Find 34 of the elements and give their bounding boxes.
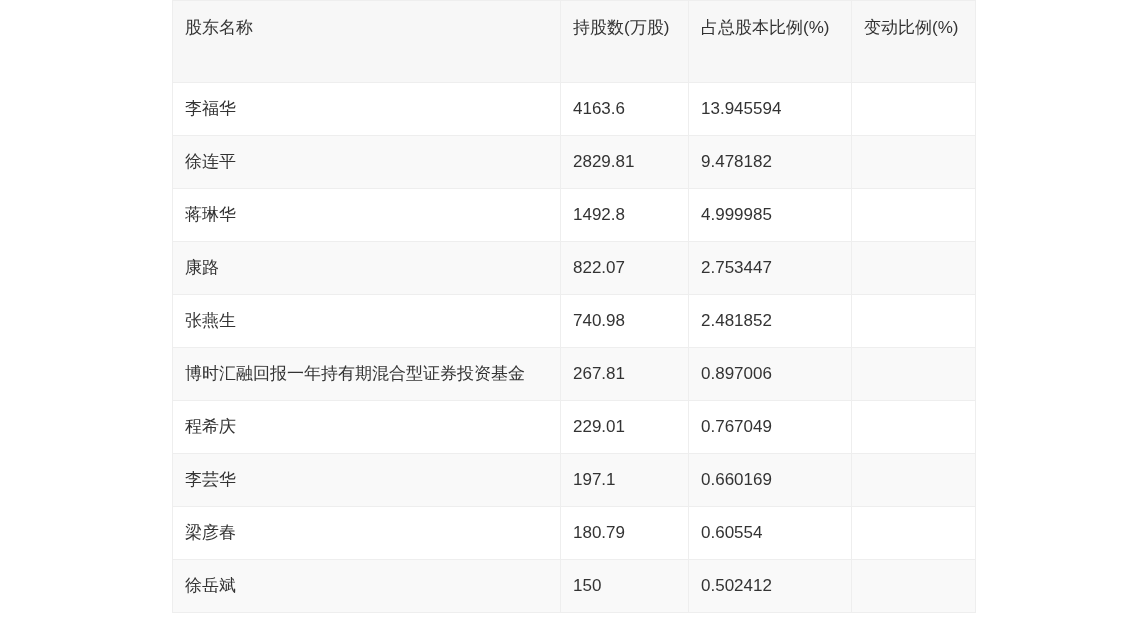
table-cell: 4.999985 — [688, 188, 852, 242]
table-cell: 张燕生 — [172, 294, 561, 348]
table-cell: 程希庆 — [172, 400, 561, 454]
table-cell: 1492.8 — [560, 188, 689, 242]
table-cell: 267.81 — [560, 347, 689, 401]
table-cell: 180.79 — [560, 506, 689, 560]
table-cell: 0.767049 — [688, 400, 852, 454]
table-cell: 康路 — [172, 241, 561, 295]
table-cell: 李福华 — [172, 82, 561, 136]
table-cell: 740.98 — [560, 294, 689, 348]
table-cell: 2.753447 — [688, 241, 852, 295]
column-header: 变动比例(%) — [851, 0, 976, 83]
table-cell: 0.502412 — [688, 559, 852, 613]
table-cell: 徐连平 — [172, 135, 561, 189]
table-cell: 150 — [560, 559, 689, 613]
table-cell: 822.07 — [560, 241, 689, 295]
table-cell: 梁彦春 — [172, 506, 561, 560]
table-cell: 2829.81 — [560, 135, 689, 189]
table-cell: 0.60554 — [688, 506, 852, 560]
column-header: 持股数(万股) — [560, 0, 689, 83]
table-cell: 0.660169 — [688, 453, 852, 507]
table-cell: 13.945594 — [688, 82, 852, 136]
table-cell: 197.1 — [560, 453, 689, 507]
table-cell: 蒋琳华 — [172, 188, 561, 242]
table-cell: 0.897006 — [688, 347, 852, 401]
table-cell: 229.01 — [560, 400, 689, 454]
table-cell: 李芸华 — [172, 453, 561, 507]
table-cell: 9.478182 — [688, 135, 852, 189]
column-header: 股东名称 — [172, 0, 561, 83]
table-cell: 2.481852 — [688, 294, 852, 348]
column-header: 占总股本比例(%) — [688, 0, 852, 83]
table-cell: 4163.6 — [560, 82, 689, 136]
table-cell: 博时汇融回报一年持有期混合型证券投资基金 — [172, 347, 561, 401]
table-cell: 徐岳斌 — [172, 559, 561, 613]
